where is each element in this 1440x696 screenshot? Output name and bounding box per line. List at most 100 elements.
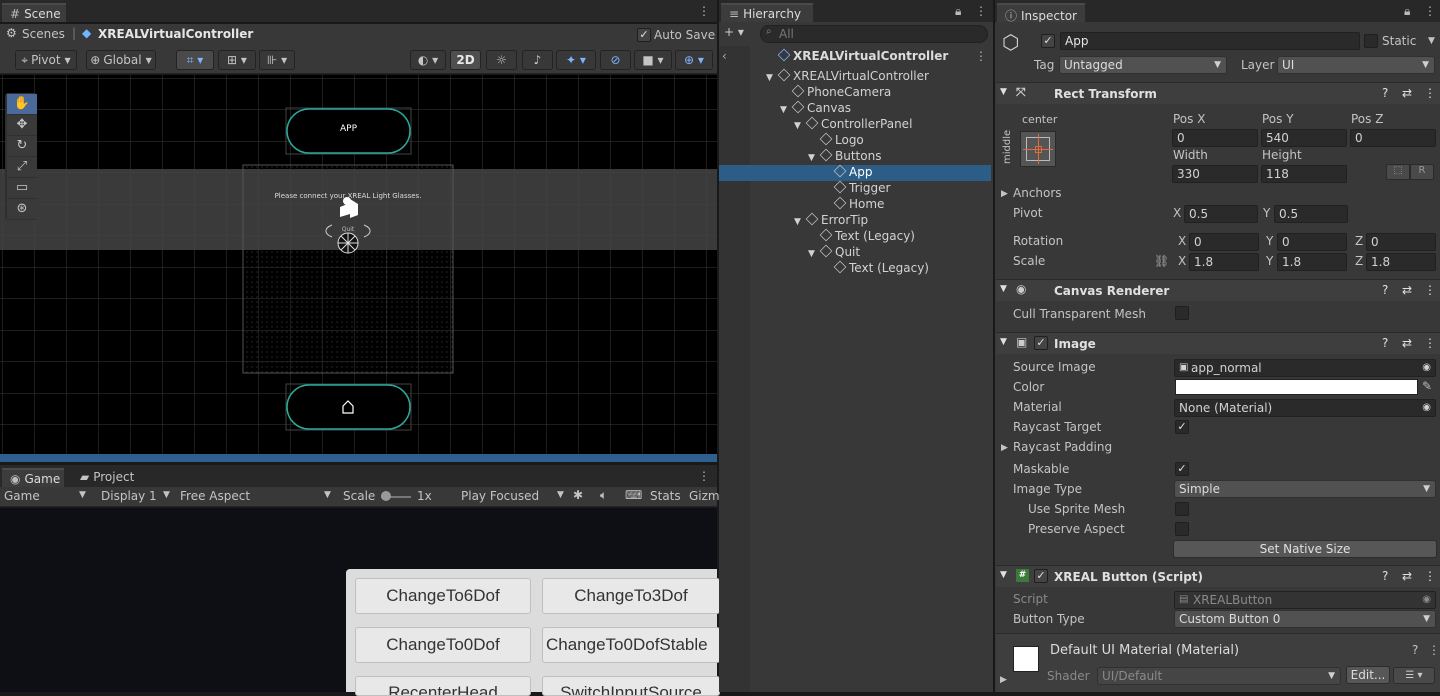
draw-mode-dropdown[interactable]: ◐ ▾ — [410, 50, 446, 70]
keyboard-icon[interactable]: ⌨ — [625, 488, 642, 502]
component-menu-icon[interactable]: ⋮ — [1424, 336, 1436, 350]
scene-root-menu-icon[interactable]: ⋮ — [975, 49, 987, 63]
color-field[interactable] — [1175, 379, 1418, 395]
layer-dropdown[interactable]: UI ▼ — [1277, 56, 1435, 74]
ruler-tool-toggle[interactable]: ⊪ ▾ — [259, 50, 295, 70]
change-to-6dof-button[interactable]: ChangeTo6Dof — [355, 578, 531, 614]
scene-scrollbar[interactable] — [0, 454, 717, 462]
presets-icon[interactable]: ⇄ — [1402, 569, 1412, 583]
presets-icon[interactable]: ⇄ — [1402, 336, 1412, 350]
hierarchy-search-input[interactable]: All — [760, 25, 988, 43]
raycast-target-checkbox[interactable]: ✓ — [1175, 420, 1189, 434]
scene-viewport[interactable]: APP Please connect your XREAL Light Glas… — [0, 75, 717, 454]
rect-tool-icon[interactable]: ▭ — [7, 178, 37, 198]
help-icon[interactable]: ? — [1382, 569, 1388, 583]
gizmos-dropdown[interactable]: ⊕ ▾ — [675, 50, 713, 70]
2d-toggle[interactable]: 2D — [450, 50, 481, 70]
maskable-checkbox[interactable]: ✓ — [1175, 462, 1189, 476]
inspector-menu-icon[interactable]: ⋮ — [1424, 4, 1436, 18]
change-to-0dof-button[interactable]: ChangeTo0Dof — [355, 627, 531, 663]
raw-edit-button[interactable]: R — [1410, 164, 1434, 180]
create-add-icon[interactable]: + ▾ — [724, 25, 744, 39]
bug-icon[interactable]: ✱ — [573, 488, 583, 502]
scale-x-input[interactable]: 1.8 — [1189, 253, 1259, 271]
hierarchy-item[interactable]: ▼ Buttons — [808, 148, 881, 165]
change-to-3dof-button[interactable]: ChangeTo3Dof — [542, 578, 720, 614]
tab-inspector[interactable]: ⓘ Inspector — [997, 3, 1085, 23]
transform-tool-icon[interactable]: ⊛ — [7, 199, 37, 219]
constrain-proportions-icon[interactable]: ⛓ — [1154, 254, 1169, 268]
rotation-x-input[interactable]: 0 — [1189, 233, 1259, 251]
grid-snap-toggle[interactable]: ⌗ ▾ — [176, 50, 214, 70]
canvas-renderer-header[interactable]: ▼ ◉ Canvas Renderer ? ⇄ ⋮ — [996, 279, 1440, 301]
xreal-button-header[interactable]: ▼ # ✓ XREAL Button (Script) ? ⇄ ⋮ — [996, 565, 1440, 587]
help-icon[interactable]: ? — [1382, 283, 1388, 297]
lock-icon[interactable]: 🔒︎ — [955, 4, 961, 19]
preserve-aspect-checkbox[interactable] — [1175, 522, 1189, 536]
hierarchy-item[interactable]: ▼ Quit — [808, 244, 860, 261]
pivot-dropdown[interactable]: ⌖ Pivot ▼ — [15, 50, 77, 70]
hand-tool-icon[interactable]: ✋ — [7, 94, 37, 114]
game-view-dropdown[interactable]: Game — [4, 489, 40, 503]
hierarchy-item[interactable]: PhoneCamera — [780, 84, 891, 101]
material-field[interactable]: None (Material) ◉ — [1174, 399, 1436, 417]
object-name-input[interactable]: App — [1060, 32, 1360, 50]
scale-z-input[interactable]: 1.8 — [1366, 253, 1436, 271]
object-picker-icon[interactable]: ◉ — [1422, 360, 1431, 376]
pivot-x-input[interactable]: 0.5 — [1184, 205, 1258, 223]
rect-transform-header[interactable]: ▼ ⤧ Rect Transform ? ⇄ ⋮ — [996, 82, 1440, 104]
xreal-button-enabled-checkbox[interactable]: ✓ — [1034, 569, 1048, 583]
aspect-dropdown[interactable]: Free Aspect — [180, 489, 250, 503]
play-mode-dropdown[interactable]: Play Focused — [461, 489, 539, 503]
game-tab-menu-icon[interactable]: ⋮ — [698, 469, 710, 483]
breadcrumb-scenes[interactable]: Scenes — [22, 27, 65, 41]
pos-z-input[interactable]: 0 — [1350, 129, 1436, 147]
hierarchy-item[interactable]: ▼ ControllerPanel — [794, 116, 912, 133]
height-input[interactable]: 118 — [1261, 165, 1347, 183]
material-fold-icon[interactable]: ▶ — [1000, 675, 1007, 685]
gizmos-button[interactable]: Gizm — [689, 489, 720, 503]
stats-button[interactable]: Stats — [650, 489, 681, 503]
rotation-y-input[interactable]: 0 — [1277, 233, 1347, 251]
raycast-padding-label[interactable]: Raycast Padding — [1013, 440, 1112, 454]
eyedropper-icon[interactable]: ✎ — [1422, 379, 1432, 393]
tag-dropdown[interactable]: Untagged ▼ — [1059, 56, 1227, 74]
help-icon[interactable]: ? — [1382, 86, 1388, 100]
hierarchy-item[interactable]: ▼ XREALVirtualController — [766, 68, 929, 85]
hierarchy-item[interactable]: App — [822, 164, 872, 181]
increment-snap-toggle[interactable]: ⊞ ▾ — [218, 50, 256, 70]
pivot-y-input[interactable]: 0.5 — [1274, 205, 1348, 223]
audio-toggle-icon[interactable]: ♪ — [522, 50, 553, 70]
edit-shader-button[interactable]: Edit... — [1346, 666, 1390, 684]
auto-save-checkbox[interactable]: ✓ — [637, 28, 651, 42]
change-to-0dof-stable-button[interactable]: ChangeTo0DofStable — [542, 627, 720, 663]
material-menu-icon[interactable]: ⋮ — [1428, 643, 1440, 657]
component-menu-icon[interactable]: ⋮ — [1424, 569, 1436, 583]
anchors-fold-icon[interactable]: ▶ — [1001, 189, 1008, 199]
button-type-dropdown[interactable]: Custom Button 0 ▼ — [1174, 610, 1436, 628]
audio-mute-icon[interactable]: 🔈︎ — [600, 488, 607, 503]
set-native-size-button[interactable]: Set Native Size — [1173, 540, 1437, 558]
scale-slider-thumb[interactable] — [381, 491, 391, 501]
rotation-z-input[interactable]: 0 — [1366, 233, 1436, 251]
shader-list-icon[interactable]: ☰ ▾ — [1393, 667, 1435, 684]
pos-x-input[interactable]: 0 — [1172, 129, 1258, 147]
static-checkbox[interactable] — [1364, 34, 1378, 48]
help-icon[interactable]: ? — [1412, 643, 1418, 657]
width-input[interactable]: 330 — [1172, 165, 1258, 183]
scale-y-input[interactable]: 1.8 — [1277, 253, 1347, 271]
object-picker-icon[interactable]: ◉ — [1422, 400, 1431, 416]
anchors-label[interactable]: Anchors — [1013, 186, 1062, 200]
back-arrow-icon[interactable]: ‹ — [722, 49, 727, 63]
rotate-tool-icon[interactable]: ↻ — [7, 136, 37, 156]
active-checkbox[interactable]: ✓ — [1041, 34, 1055, 48]
image-header[interactable]: ▼ ▣ ✓ Image ? ⇄ ⋮ — [996, 332, 1440, 354]
pos-y-input[interactable]: 540 — [1261, 129, 1347, 147]
recenter-head-button[interactable]: RecenterHead — [355, 676, 531, 696]
hierarchy-item[interactable]: Home — [822, 196, 884, 213]
presets-icon[interactable]: ⇄ — [1402, 86, 1412, 100]
lighting-toggle-icon[interactable]: ☼ — [486, 50, 517, 70]
visibility-toggle-icon[interactable]: ⊘ — [600, 50, 631, 70]
cull-transparent-mesh-checkbox[interactable] — [1175, 306, 1189, 320]
static-dropdown-icon[interactable]: ▼ — [1428, 36, 1435, 46]
